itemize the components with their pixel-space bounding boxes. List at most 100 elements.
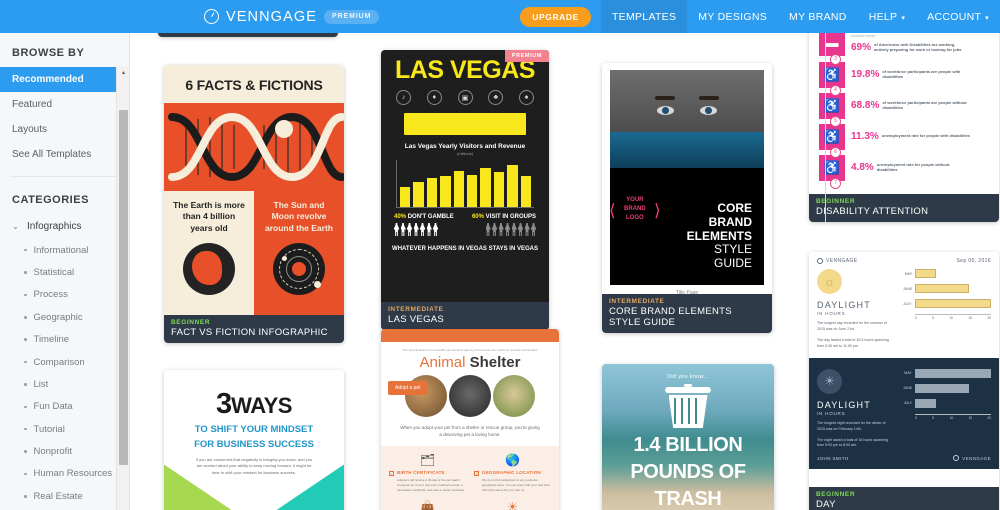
stat-value: 40% [394,214,407,220]
sidebar-subitem-process[interactable]: Process [0,284,129,306]
text-column: ☼ DAYLIGHT IN HOURS The longest day reco… [817,269,890,350]
nav-item-templates[interactable]: TEMPLATES [600,0,688,33]
adopt-a-pet-button[interactable]: Adopt a pet [388,381,428,395]
wheelchair-icon: ♿ [819,123,845,150]
upgrade-button[interactable]: UPGRADE [520,6,591,27]
template-card-fact-vs-fiction[interactable]: 6 FACTS & FICTIONS The Earth is more tha [164,65,344,343]
brand-name: VENNGAGE [226,8,317,25]
chart-row: MAY [898,368,991,378]
axis-tick: 20 [987,316,991,320]
nav-label-help: HELP [868,10,898,23]
template-card-las-vegas[interactable]: PREMIUM LAS VEGAS ♪ ♦ ▣ ♣ ♠ Las Vegas Ye… [381,50,549,330]
nav-item-my-brand[interactable]: MY BRAND [778,0,858,33]
stat-value: 60% [471,214,484,220]
template-card-three-ways[interactable]: 3WAYS TO SHIFT YOUR MINDSET FOR BUSINESS… [164,370,344,510]
feature-item-cost-of-adoption: 👜 ✓COST OF ADOPTION Pet adoption fees ca… [389,500,466,510]
sidebar-subitem-comparison[interactable]: Comparison [0,351,129,373]
sidebar-scrollbar[interactable]: ▴ ▾ [116,66,129,510]
cover-title: CORE BRAND ELEMENTS STYLE GUIDE [687,201,752,271]
slot-machine-icon: ▣ [457,90,473,105]
sidebar-subitem-label: Real Estate [33,490,83,502]
eyebrow-text: Did you know... [667,374,709,380]
stat-row: 6 ♿ 4.8% unemployment rate for people wit… [819,146,989,181]
sidebar-category-infographics[interactable]: ⌄ Infographics [0,214,129,239]
template-card-animal-shelter[interactable]: The specifications of a reputable pet ad… [381,329,559,510]
trash-can-icon [665,387,711,429]
sidebar-item-layouts[interactable]: Layouts [0,117,129,142]
pet-photo-dog-dark [449,375,491,417]
sidebar-subitem-informational[interactable]: Informational [0,239,129,261]
brand-name: VENNGAGE [826,258,858,264]
venngage-clock-icon [953,455,960,462]
template-card-daylight[interactable]: VENNGAGE Sep 05, 2016 ☼ DAYLIGHT IN HOUR… [809,252,999,510]
brand-name: VENNGAGE [962,455,991,461]
stat-desc: of workforce participants are people wit… [882,99,967,111]
people-group-left [394,223,438,236]
chart-title: Las Vegas Yearly Visitors and Revenue [404,143,526,150]
template-card-disability-attention[interactable]: 2 ▬ according to 2015workforce survey 69… [809,33,999,222]
sidebar-subitem-fun-data[interactable]: Fun Data [0,396,129,418]
brand-logo-group[interactable]: VENNGAGE PREMIUM [204,0,380,33]
sidebar-subitem-tutorial[interactable]: Tutorial [0,418,129,440]
chart-category-label: JUNE [902,286,913,291]
section-paragraph-2: The night lasted a total of 15 hours spa… [817,437,888,448]
stat-text: 11.3% unemployment rate for people with d… [851,128,989,146]
subhead-line-2: FOR BUSINESS SUCCESS [194,438,314,450]
card-body: 3WAYS TO SHIFT YOUR MINDSET FOR BUSINESS… [164,370,344,510]
card-title: LAS VEGAS [388,314,445,325]
sidebar-subitem-timeline[interactable]: Timeline [0,329,129,351]
trash-body [668,395,708,428]
feature-body: We do not limit adoptions to any particu… [482,478,550,492]
photo-row: Adopt a pet [381,375,559,417]
chart-category-label: JUNE [902,386,913,391]
sidebar-subitem-human-resources[interactable]: Human Resources [0,463,129,485]
chevron-down-icon: ▾ [901,14,906,22]
section-title: DAYLIGHT [817,399,871,410]
bullet-icon [24,405,27,409]
card-body: ⟨ ⟩ YOURBRANDLOGO CORE BRAND ELEMENTS ST… [602,63,772,333]
feature-item-weather-adaptability: ☀ ✓WEATHER ADAPTABILITY Your pet will ad… [474,500,551,510]
card-level-badge: BEGINNER [816,491,856,498]
sidebar-subitem-geographic[interactable]: Geographic [0,306,129,328]
club-icon: ♣ [488,90,504,105]
feature-title: GEOGRAPHIC LOCATION [482,470,541,476]
scroll-up-arrow-icon[interactable]: ▴ [117,66,129,79]
sidebar-item-featured[interactable]: Featured [0,92,129,117]
template-card-core-brand[interactable]: ⟨ ⟩ YOURBRANDLOGO CORE BRAND ELEMENTS ST… [602,63,772,333]
sidebar-item-see-all-templates[interactable]: See All Templates [0,142,129,167]
eyebrow-text: The specifications of a reputable pet ad… [402,348,538,352]
chart-category-label: JULY [903,301,912,306]
headline-line-1: 1.4 BILLION [633,434,743,456]
card-label: BEGINNER DAY [809,487,999,510]
chart-row: JULY [898,398,991,408]
nav-item-help[interactable]: HELP ▾ [858,0,916,33]
sidebar-subitem-nonprofit[interactable]: Nonprofit [0,440,129,462]
template-card-partial-above[interactable] [158,33,338,37]
sidebar-subitem-list[interactable]: List [0,373,129,395]
scrollbar-thumb[interactable] [119,110,128,465]
bullet-icon [24,427,27,431]
fiction-text: The Sun and Moon revolve around the Eart… [264,200,333,233]
sidebar-item-recommended[interactable]: Recommended [0,67,129,92]
top-navigation-bar: VENNGAGE PREMIUM UPGRADE TEMPLATES MY DE… [0,0,1000,33]
spade-icon: ♠ [519,90,534,105]
nav-item-account[interactable]: ACCOUNT ▾ [916,0,1000,33]
wheelchair-icon: ♿ [819,92,845,119]
dna-icon [168,112,344,182]
nav-item-my-designs[interactable]: MY DESIGNS [687,0,778,33]
subhead-line-1: TO SHIFT YOUR MINDSET [194,424,314,435]
template-card-trash[interactable]: Did you know... 1.4 BILLION POUNDS OF TR… [602,364,774,510]
sidebar-subitem-statistical[interactable]: Statistical [0,261,129,283]
card-body: The specifications of a reputable pet ad… [381,329,559,510]
chart-x-axis: 0 5 10 15 20 [915,314,991,320]
headline-row: 3WAYS [164,388,344,421]
checkbox-icon: ✓ [474,471,479,477]
premium-badge: PREMIUM [504,50,549,62]
stat-value: 68.8% [851,99,880,111]
bullet-icon [24,293,27,297]
sidebar-subitem-real-estate[interactable]: Real Estate [0,485,129,507]
orbit-icon [273,243,325,296]
nav-right-group: UPGRADE TEMPLATES MY DESIGNS MY BRAND HE… [520,0,1000,33]
axis-tick: 20 [987,415,991,420]
card-fact-fiction-split: The Earth is more than 4 billion years o… [164,191,344,319]
